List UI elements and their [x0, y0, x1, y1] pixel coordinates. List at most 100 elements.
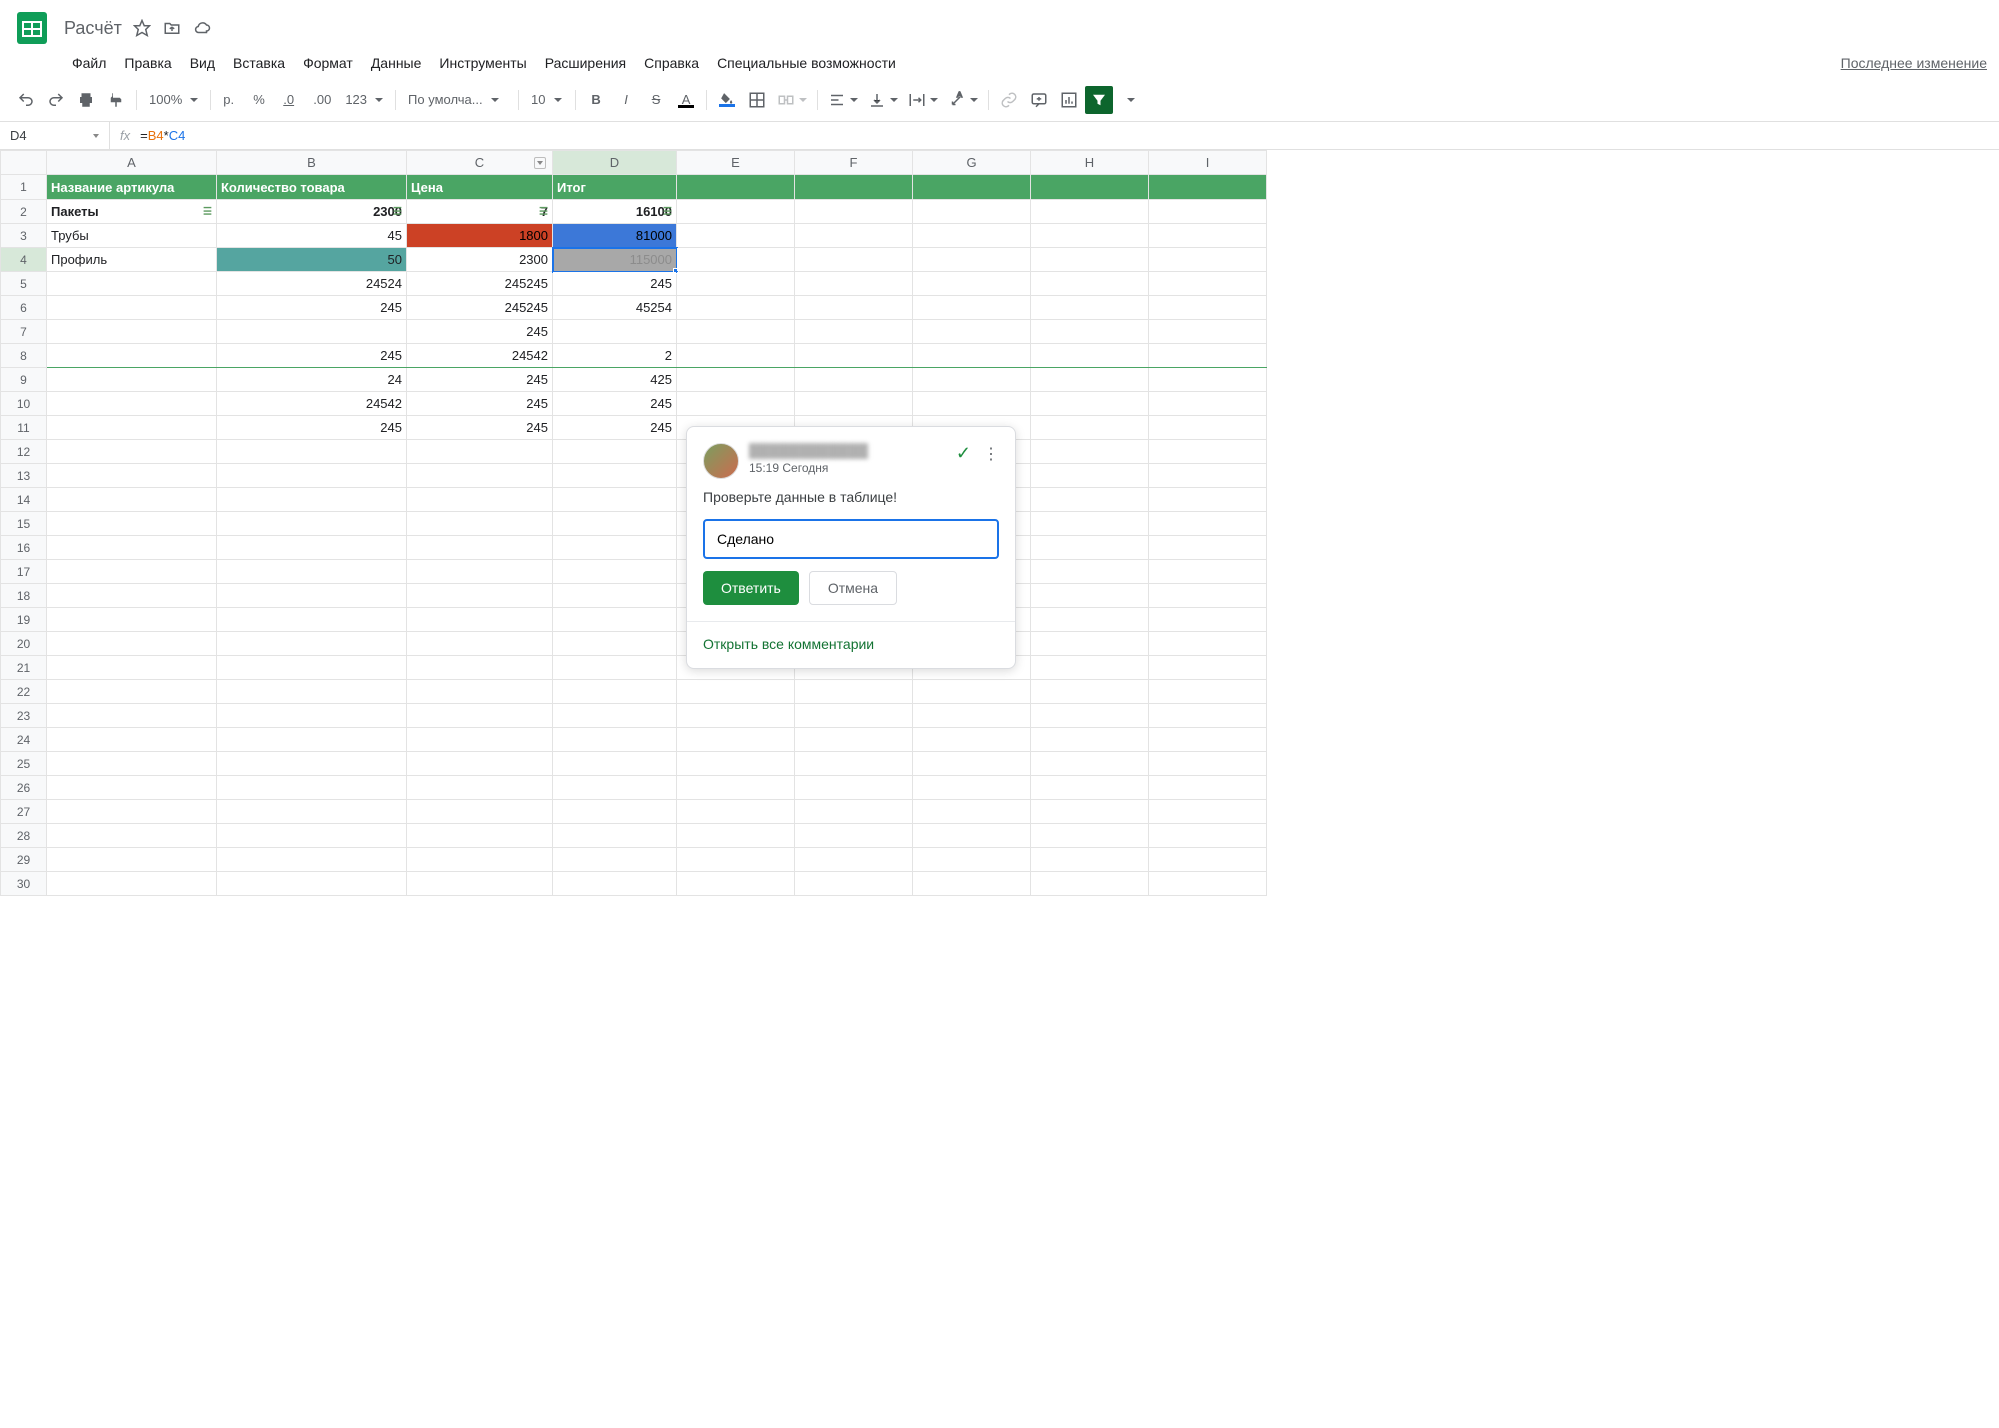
text-color-icon[interactable]: A: [672, 86, 700, 114]
vertical-align-icon[interactable]: [864, 86, 902, 114]
col-header-g[interactable]: G: [913, 151, 1031, 175]
move-folder-icon[interactable]: [162, 18, 182, 38]
number-format-select[interactable]: 123: [339, 86, 389, 114]
row-header[interactable]: 6: [1, 296, 47, 320]
menu-accessibility[interactable]: Специальные возможности: [709, 51, 904, 75]
col-header-h[interactable]: H: [1031, 151, 1149, 175]
redo-icon[interactable]: [42, 86, 70, 114]
bold-icon[interactable]: B: [582, 86, 610, 114]
zoom-select[interactable]: 100%: [143, 86, 204, 114]
cell[interactable]: Итог: [553, 175, 677, 200]
menu-extensions[interactable]: Расширения: [537, 51, 634, 75]
row-header[interactable]: 7: [1, 320, 47, 344]
cell-selected[interactable]: 115000: [553, 248, 677, 272]
cell[interactable]: 2300☰: [217, 200, 407, 224]
cell[interactable]: [1149, 175, 1267, 200]
more-options-icon[interactable]: ⋮: [983, 444, 999, 464]
document-title[interactable]: Расчёт: [64, 18, 122, 39]
strikethrough-icon[interactable]: S: [642, 86, 670, 114]
menu-data[interactable]: Данные: [363, 51, 430, 75]
filter-icon[interactable]: ☰: [539, 206, 548, 217]
insert-chart-icon[interactable]: [1055, 86, 1083, 114]
menu-file[interactable]: Файл: [64, 51, 114, 75]
col-header-f[interactable]: F: [795, 151, 913, 175]
menu-tools[interactable]: Инструменты: [431, 51, 534, 75]
menu-format[interactable]: Формат: [295, 51, 361, 75]
cell[interactable]: 50: [217, 248, 407, 272]
text-wrap-icon[interactable]: [904, 86, 942, 114]
cell[interactable]: 16100☰: [553, 200, 677, 224]
filter-dropdown-icon[interactable]: [1115, 86, 1143, 114]
fill-color-icon[interactable]: [713, 86, 741, 114]
filter-icon[interactable]: ☰: [203, 206, 212, 217]
sheets-logo-icon[interactable]: [12, 8, 52, 48]
menu-view[interactable]: Вид: [182, 51, 223, 75]
cell[interactable]: Профиль: [47, 248, 217, 272]
row-header[interactable]: 2: [1, 200, 47, 224]
cell[interactable]: Трубы: [47, 224, 217, 248]
increase-decimal-button[interactable]: .00: [307, 86, 337, 114]
menu-help[interactable]: Справка: [636, 51, 707, 75]
col-header-a[interactable]: A: [47, 151, 217, 175]
filter-icon[interactable]: ☰: [393, 206, 402, 217]
row-header[interactable]: 8: [1, 344, 47, 368]
percent-button[interactable]: %: [247, 86, 275, 114]
open-all-comments-link[interactable]: Открыть все комментарии: [703, 622, 999, 652]
col-header-d[interactable]: D: [553, 151, 677, 175]
merge-cells-icon[interactable]: [773, 86, 811, 114]
select-all-corner[interactable]: [1, 151, 47, 175]
paint-format-icon[interactable]: [102, 86, 130, 114]
star-icon[interactable]: [132, 18, 152, 38]
spreadsheet-grid[interactable]: A B C D E F G H I 1 Название артикула Ко…: [0, 150, 1999, 896]
filter-icon[interactable]: [1085, 86, 1113, 114]
menu-edit[interactable]: Правка: [116, 51, 179, 75]
col-header-e[interactable]: E: [677, 151, 795, 175]
cell[interactable]: Пакеты☰: [47, 200, 217, 224]
formula-input[interactable]: =B4*C4: [140, 128, 185, 143]
reply-button[interactable]: Ответить: [703, 571, 799, 605]
cell[interactable]: Название артикула: [47, 175, 217, 200]
insert-link-icon[interactable]: [995, 86, 1023, 114]
cell[interactable]: Количество товара: [217, 175, 407, 200]
cell-reference-box[interactable]: D4: [0, 122, 110, 149]
cancel-button[interactable]: Отмена: [809, 571, 897, 605]
decrease-decimal-button[interactable]: .0: [277, 86, 305, 114]
col-header-c[interactable]: C: [407, 151, 553, 175]
cell[interactable]: 7☰: [407, 200, 553, 224]
row-header[interactable]: 9: [1, 368, 47, 392]
cell[interactable]: [913, 175, 1031, 200]
filter-icon[interactable]: ☰: [663, 206, 672, 217]
cell[interactable]: [1031, 175, 1149, 200]
font-select[interactable]: По умолча...: [402, 86, 512, 114]
menu-insert[interactable]: Вставка: [225, 51, 293, 75]
col-header-i[interactable]: I: [1149, 151, 1267, 175]
cell[interactable]: 2300: [407, 248, 553, 272]
insert-comment-icon[interactable]: [1025, 86, 1053, 114]
reply-input[interactable]: [703, 519, 999, 559]
cloud-status-icon[interactable]: [192, 18, 212, 38]
cell[interactable]: 81000: [553, 224, 677, 248]
col-filter-icon[interactable]: [534, 157, 546, 169]
currency-button[interactable]: р.: [217, 86, 245, 114]
col-header-b[interactable]: B: [217, 151, 407, 175]
print-icon[interactable]: [72, 86, 100, 114]
cell[interactable]: 1800: [407, 224, 553, 248]
row-header[interactable]: 5: [1, 272, 47, 296]
cell[interactable]: Цена: [407, 175, 553, 200]
row-header[interactable]: 4: [1, 248, 47, 272]
borders-icon[interactable]: [743, 86, 771, 114]
undo-icon[interactable]: [12, 86, 40, 114]
cell[interactable]: [677, 175, 795, 200]
row-header[interactable]: 1: [1, 175, 47, 200]
italic-icon[interactable]: I: [612, 86, 640, 114]
last-edit-link[interactable]: Последнее изменение: [1841, 55, 1987, 71]
font-size-select[interactable]: 10: [525, 86, 569, 114]
text-rotation-icon[interactable]: A: [944, 86, 982, 114]
resolve-icon[interactable]: ✓: [956, 443, 971, 464]
row-header[interactable]: 3: [1, 224, 47, 248]
row-header[interactable]: 11: [1, 416, 47, 440]
horizontal-align-icon[interactable]: [824, 86, 862, 114]
row-header[interactable]: 10: [1, 392, 47, 416]
cell[interactable]: [795, 175, 913, 200]
cell[interactable]: 45: [217, 224, 407, 248]
